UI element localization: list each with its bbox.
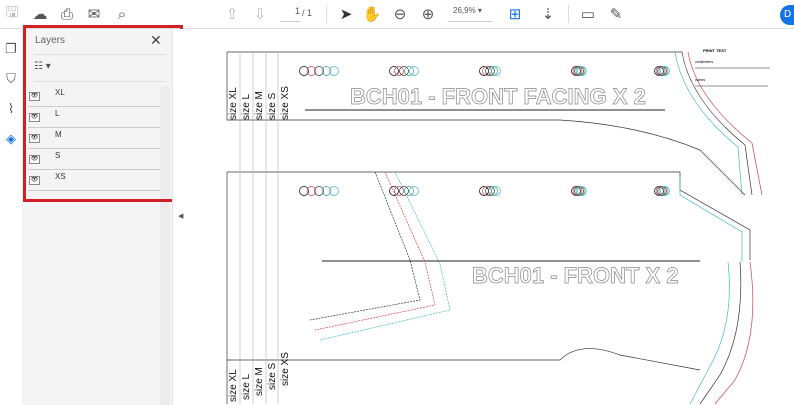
- piece2-title: BCH01 - FRONT X 2: [472, 263, 679, 288]
- notch-circle: [399, 66, 409, 76]
- hand-icon[interactable]: ✋: [362, 4, 382, 24]
- size-label: size L: [241, 373, 252, 400]
- scroll-mode-icon[interactable]: ⇣: [538, 4, 558, 24]
- cm-label: centimeters: [695, 60, 713, 64]
- piece1-title: BCH01 - FRONT FACING X 2: [350, 84, 646, 109]
- size-label: size M: [254, 367, 265, 396]
- scrollbar[interactable]: [160, 86, 170, 405]
- page-total: / 1: [302, 8, 313, 18]
- zoom-value: 26,9%: [453, 6, 476, 15]
- panel-title: Layers: [35, 35, 66, 46]
- notch-circle: [409, 186, 419, 196]
- save-icon[interactable]: 🖫: [2, 4, 22, 24]
- divider: [34, 81, 166, 82]
- zoom-select[interactable]: 26,9% ▾: [448, 6, 493, 22]
- eye-icon[interactable]: 👁: [29, 176, 40, 185]
- collapse-arrow-icon[interactable]: ◀: [178, 212, 183, 220]
- print-icon[interactable]: ⎙: [57, 4, 77, 24]
- notch-circle: [394, 66, 404, 76]
- pages-icon[interactable]: ❐: [3, 41, 19, 57]
- notch-circle: [389, 66, 399, 76]
- print-test-title: PRINT TEST: [703, 48, 727, 53]
- size-label: size S: [267, 362, 278, 390]
- eye-icon[interactable]: 👁: [29, 113, 40, 122]
- size-label: size XS: [280, 86, 291, 120]
- sign-icon[interactable]: ✎: [606, 4, 626, 24]
- fit-page-icon[interactable]: ⊞: [505, 4, 525, 24]
- comment-icon[interactable]: ▭: [578, 4, 598, 24]
- list-options-icon: ☷: [34, 61, 43, 72]
- layer-name: L: [55, 109, 60, 118]
- page-down-icon[interactable]: ⇩: [250, 4, 270, 24]
- layers-icon[interactable]: ◈: [3, 131, 19, 147]
- toolbar: 🖫 ☁ ⎙ ✉ ⌕ ⇧ ⇩ 1 / 1 ➤ ✋ ⊖ ⊕ 26,9% ▾ ⊞ ⇣ …: [0, 0, 794, 29]
- options-menu-button[interactable]: ☷ ▾: [34, 61, 51, 72]
- eye-icon[interactable]: 👁: [29, 134, 40, 143]
- notch-circle: [409, 66, 419, 76]
- notch-circle: [404, 66, 414, 76]
- inch-label: inches: [695, 78, 705, 82]
- email-icon[interactable]: ✉: [84, 4, 104, 24]
- size-label: size L: [241, 93, 252, 120]
- cloud-upload-icon[interactable]: ☁: [30, 4, 50, 24]
- layer-name: M: [55, 130, 62, 139]
- divider: [568, 5, 569, 23]
- layer-item-xl[interactable]: 👁 XL: [28, 86, 160, 107]
- size-label: size S: [267, 92, 278, 120]
- search-zoom-icon[interactable]: ⌕: [112, 4, 132, 24]
- pattern-drawing: BCH01 - FRONT FACING X 2 BCH01 - FRONT X…: [226, 48, 770, 405]
- size-label: size XL: [228, 369, 239, 402]
- divider: [326, 5, 327, 23]
- zoom-in-icon[interactable]: ⊕: [418, 4, 438, 24]
- layer-item-xs[interactable]: 👁 XS: [28, 170, 160, 191]
- page-up-icon[interactable]: ⇧: [222, 4, 242, 24]
- layer-item-s[interactable]: 👁 S: [28, 149, 160, 170]
- layer-name: XL: [55, 88, 65, 97]
- eye-icon[interactable]: 👁: [29, 155, 40, 164]
- notch-circle: [404, 186, 414, 196]
- size-label: size XS: [280, 352, 291, 386]
- select-arrow-icon[interactable]: ➤: [336, 4, 356, 24]
- divider: [34, 54, 166, 55]
- layer-item-m[interactable]: 👁 M: [28, 128, 160, 149]
- document-view: BCH01 - FRONT FACING X 2 BCH01 - FRONT X…: [186, 29, 794, 405]
- size-label: size M: [254, 91, 265, 120]
- layer-name: XS: [55, 172, 66, 181]
- share-button[interactable]: D: [780, 5, 794, 25]
- left-rail: ❐ ⛉ ⌇ ◈: [0, 29, 22, 405]
- layer-item-l[interactable]: 👁 L: [28, 107, 160, 128]
- zoom-out-icon[interactable]: ⊖: [390, 4, 410, 24]
- panel-splitter[interactable]: ◀: [172, 29, 186, 405]
- eye-icon[interactable]: 👁: [29, 92, 40, 101]
- layer-name: S: [55, 151, 61, 160]
- page-number-input[interactable]: 1: [280, 6, 300, 22]
- attachment-icon[interactable]: ⌇: [3, 101, 19, 117]
- notch-circle: [389, 186, 399, 196]
- bookmark-icon[interactable]: ⛉: [3, 71, 19, 87]
- notch-circle: [394, 186, 404, 196]
- close-icon[interactable]: ✕: [150, 32, 162, 49]
- size-label: size XL: [228, 87, 239, 120]
